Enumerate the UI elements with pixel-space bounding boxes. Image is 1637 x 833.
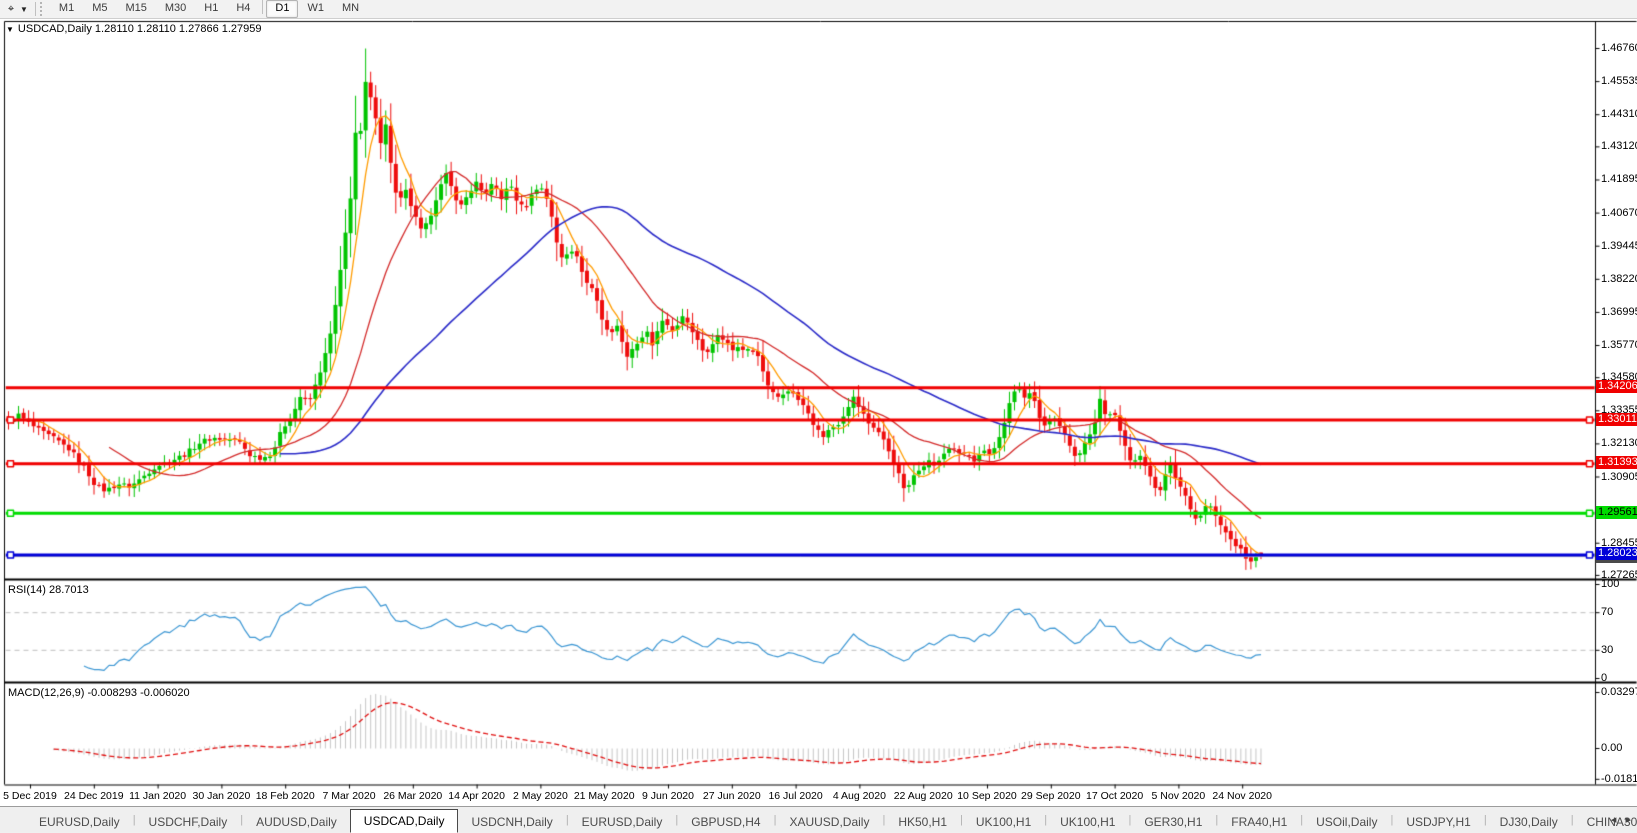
macd-axis-label: -0.018154 [1601,773,1637,785]
date-axis-label: 26 Mar 2020 [383,790,442,802]
price-axis-label: 1.35770 [1601,339,1637,351]
chart-tab-audusd-daily[interactable]: AUDUSD,Daily [243,812,350,832]
date-axis-label: 4 Aug 2020 [833,790,886,802]
tab-scroll-left-icon[interactable]: ◂ [1611,814,1617,826]
rsi-axis-label: 0 [1601,672,1607,684]
timeframe-button-m5[interactable]: M5 [83,0,116,18]
date-axis-label: 21 May 2020 [574,790,635,802]
timeframe-button-d1[interactable]: D1 [266,0,298,18]
chart-tab-usdjpy-h1[interactable]: USDJPY,H1 [1393,812,1483,832]
date-axis-label: 17 Oct 2020 [1086,790,1143,802]
rsi-axis-label: 70 [1601,606,1613,618]
price-axis-label: 1.32130 [1601,437,1637,449]
chart-tab-eurusd-daily[interactable]: EURUSD,Daily [26,812,133,832]
chart-tab-ger30-h1[interactable]: GER30,H1 [1131,812,1215,832]
price-axis-label: 1.41895 [1601,173,1637,185]
timeframe-button-w1[interactable]: W1 [298,0,333,18]
date-axis-label: 7 Mar 2020 [322,790,375,802]
price-axis-label: 1.39445 [1601,240,1637,252]
price-chart-canvas[interactable] [0,0,1637,832]
price-axis-label: 1.30905 [1601,471,1637,483]
chart-tab-xauusd-daily[interactable]: XAUUSD,Daily [776,812,882,832]
level-price-badge: 1.28023 [1596,547,1637,560]
chart-collapse-icon[interactable]: ▼ [6,25,14,34]
chart-tab-usdcad-daily[interactable]: USDCAD,Daily [350,809,459,833]
date-axis-label: 24 Dec 2019 [64,790,124,802]
chart-tab-uk100-h1[interactable]: UK100,H1 [963,812,1044,832]
chart-cursor-icon[interactable]: ⌖ [3,2,19,16]
date-axis-label: 29 Sep 2020 [1021,790,1081,802]
price-axis-label: 1.40670 [1601,207,1637,219]
level-price-badge: 1.29561 [1596,506,1637,519]
toolbar-grip [40,2,46,16]
date-axis-label: 11 Jan 2020 [129,790,186,802]
timeframe-toolbar: ⌖ ▼ M1M5M15M30H1H4 D1W1MN [0,0,1637,19]
rsi-axis-label: 100 [1601,578,1619,590]
timeframe-button-h1[interactable]: H1 [195,0,227,18]
timeframe-button-h4[interactable]: H4 [227,0,259,18]
rsi-axis-label: 30 [1601,644,1613,656]
chart-tab-dj30-daily[interactable]: DJ30,Daily [1487,812,1571,832]
chart-tab-usdcnh-daily[interactable]: USDCNH,Daily [458,812,565,832]
chart-tab-fra40-h1[interactable]: FRA40,H1 [1218,812,1300,832]
macd-indicator-label: MACD(12,26,9) -0.008293 -0.006020 [8,687,190,699]
chart-tab-bar: EURUSD,Daily|USDCHF,Daily|AUDUSD,DailyUS… [0,806,1637,832]
price-axis-label: 1.38220 [1601,273,1637,285]
chart-tab-hk50-h1[interactable]: HK50,H1 [885,812,960,832]
date-axis-label: 10 Sep 2020 [957,790,1017,802]
date-axis-label: 16 Jul 2020 [768,790,822,802]
macd-axis-label: 0.00 [1601,742,1622,754]
chart-tab-uk100-h1[interactable]: UK100,H1 [1047,812,1128,832]
chart-title-text: USDCAD,Daily 1.28110 1.28110 1.27866 1.2… [18,23,262,35]
level-price-badge: 1.33011 [1596,413,1637,426]
price-axis-label: 1.44310 [1601,108,1637,120]
price-axis-label: 1.36995 [1601,306,1637,318]
toolbar-separator [262,0,263,14]
chart-tab-gbpusd-h4[interactable]: GBPUSD,H4 [678,812,773,832]
date-axis-label: 27 Jun 2020 [703,790,761,802]
timeframe-button-m1[interactable]: M1 [50,0,83,18]
timeframe-button-m15[interactable]: M15 [116,0,155,18]
date-axis-label: 22 Aug 2020 [894,790,953,802]
chart-tab-usoil-daily[interactable]: USOil,Daily [1303,812,1390,832]
level-price-badge: 1.34206 [1596,380,1637,393]
date-axis-label: 30 Jan 2020 [192,790,250,802]
date-axis-label: 2 May 2020 [513,790,568,802]
chart-title: ▼ USDCAD,Daily 1.28110 1.28110 1.27866 1.… [6,23,262,35]
timeframe-button-mn[interactable]: MN [333,0,368,18]
level-price-badge: 1.31393 [1596,456,1637,469]
chart-tab-usdchf-daily[interactable]: USDCHF,Daily [136,812,241,832]
date-axis-label: 18 Feb 2020 [256,790,315,802]
chevron-down-icon[interactable]: ▼ [20,5,28,14]
date-axis-label: 5 Dec 2019 [3,790,57,802]
timeframe-buttons: M1M5M15M30H1H4 D1W1MN [50,0,368,18]
mt4-terminal: { "toolbar": { "tool_icon": "chart-curso… [0,0,1637,832]
date-axis-label: 24 Nov 2020 [1212,790,1272,802]
timeframe-button-m30[interactable]: M30 [156,0,195,18]
date-axis-label: 5 Nov 2020 [1152,790,1206,802]
macd-axis-label: 0.032972 [1601,686,1637,698]
tab-scroll-right-icon[interactable]: ▸ [1625,814,1631,826]
price-axis-label: 1.43120 [1601,140,1637,152]
chart-tab-eurusd-daily[interactable]: EURUSD,Daily [569,812,676,832]
date-axis-label: 9 Jun 2020 [642,790,694,802]
price-axis-label: 1.46760 [1601,42,1637,54]
date-axis-label: 14 Apr 2020 [448,790,505,802]
price-axis-label: 1.45535 [1601,75,1637,87]
rsi-indicator-label: RSI(14) 28.7013 [8,584,89,596]
toolbar-separator [35,2,36,16]
tab-scroll-arrows: ◂ ▸ [1605,813,1631,826]
